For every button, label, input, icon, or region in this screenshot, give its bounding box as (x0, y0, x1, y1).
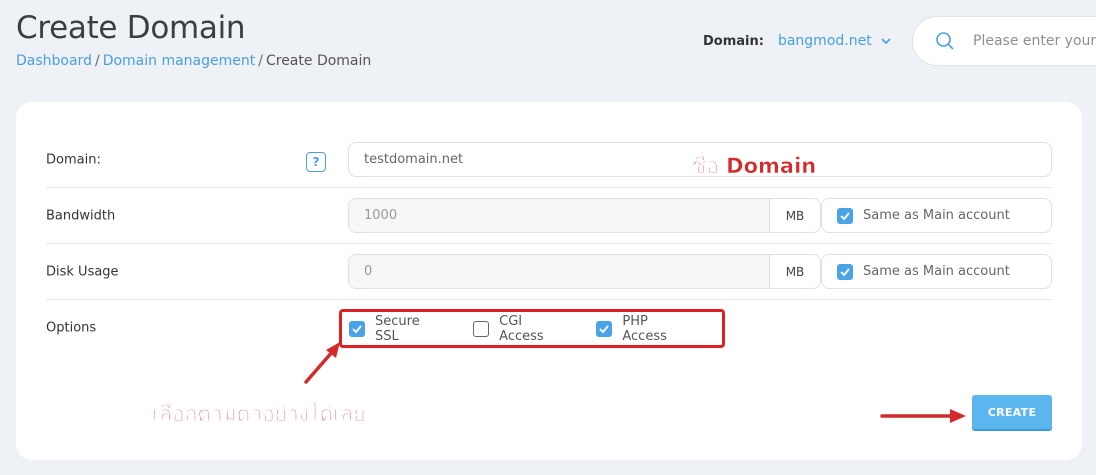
checkbox-checked[interactable] (837, 263, 853, 280)
bandwidth-row: Bandwidth 1000 MB Same as Main account (46, 188, 1052, 244)
disk-usage-same-as-main[interactable]: Same as Main account (821, 254, 1052, 289)
checkbox-checked[interactable] (837, 207, 853, 224)
checkbox-checked[interactable] (596, 320, 613, 337)
disk-usage-label: Disk Usage (46, 264, 119, 279)
checkbox-checked[interactable] (349, 320, 365, 337)
create-button[interactable]: CREATE (972, 395, 1052, 429)
page-title: Create Domain (16, 10, 246, 46)
breadcrumb-domain-management[interactable]: Domain management (103, 53, 256, 69)
breadcrumb-current: Create Domain (265, 53, 372, 69)
options-group: Secure SSL CGI Access PHP Access (339, 309, 725, 348)
option-php-access-label: PHP Access (622, 313, 667, 344)
breadcrumb-dashboard[interactable]: Dashboard (16, 53, 92, 69)
search-icon (936, 32, 954, 50)
search-placeholder: Please enter your (973, 33, 1096, 49)
option-php-access[interactable]: PHP Access (596, 314, 695, 344)
annotation-choose-example: เลือกตามตัวอย่างได้เลย (152, 402, 366, 427)
option-secure-ssl[interactable]: Secure SSL (349, 314, 446, 344)
domain-label: Domain: (46, 152, 101, 167)
bandwidth-unit: MB (770, 198, 821, 233)
options-label: Options (46, 320, 97, 336)
option-cgi-access[interactable]: CGI Access (473, 314, 569, 344)
help-icon[interactable]: ? (306, 152, 326, 172)
disk-usage-same-label: Same as Main account (863, 264, 1010, 279)
bandwidth-same-label: Same as Main account (863, 208, 1010, 223)
disk-usage-input[interactable]: 0 (348, 254, 770, 289)
domain-row: Domain: ? testdomain.net (46, 132, 1052, 188)
checkbox-unchecked[interactable] (473, 320, 490, 337)
bandwidth-same-as-main[interactable]: Same as Main account (821, 198, 1052, 233)
option-cgi-access-label: CGI Access (499, 313, 544, 344)
bandwidth-label: Bandwidth (46, 208, 116, 223)
breadcrumb: Dashboard / Domain management / Create Domai… (16, 53, 371, 69)
bandwidth-input[interactable]: 1000 (348, 198, 770, 233)
domain-selector-value[interactable]: bangmod.net (778, 33, 872, 49)
search-input[interactable]: Please enter your (912, 16, 1096, 66)
option-secure-ssl-label: Secure SSL (375, 313, 420, 344)
domain-selector[interactable]: Domain: bangmod.net (703, 33, 892, 49)
breadcrumb-separator: / (94, 53, 100, 69)
chevron-down-icon[interactable] (880, 35, 892, 47)
disk-usage-row: Disk Usage 0 MB Same as Main account (46, 244, 1052, 300)
breadcrumb-separator: / (258, 53, 263, 69)
disk-usage-unit: MB (770, 254, 821, 289)
annotation-domain-name: ชื่อ Domain (692, 154, 817, 179)
domain-selector-label: Domain: (703, 33, 764, 49)
